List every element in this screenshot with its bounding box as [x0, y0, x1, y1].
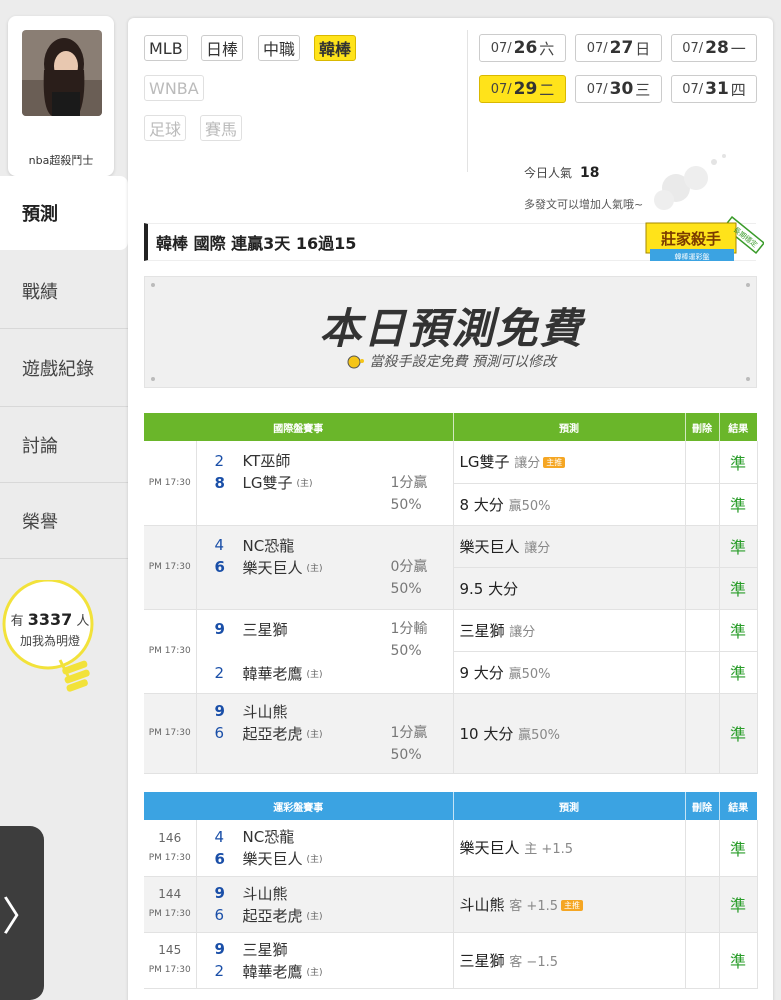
prediction-cell: 三星獅 客 −1.5	[453, 932, 686, 989]
league-horse: 賽馬	[200, 115, 243, 141]
header-delete: 刪除	[685, 792, 720, 820]
prediction-cell: 8 大分 贏50%	[453, 483, 686, 526]
league-npb[interactable]: 日棒	[201, 35, 244, 61]
matchup: 2 KT巫師 8 LG雙子 (主) 1分贏 50%	[196, 441, 454, 526]
table-row: PM 17:30 4 NC恐龍 6 樂天巨人 (主) 0分贏 50% 樂天巨人 讓分 準	[144, 525, 758, 610]
prediction-cell: LG雙子 讓分 主推	[453, 441, 686, 484]
table-row: 144 PM 17:30 9 斗山熊 6 起亞老虎 (主) 斗山熊 客 +1.5 主推 準	[144, 876, 758, 933]
nav-divider	[0, 328, 128, 329]
delete-cell	[685, 441, 720, 484]
popularity: 今日人氣 18	[524, 165, 600, 181]
prediction-cell: 斗山熊 客 +1.5 主推	[453, 876, 686, 933]
league-kbo[interactable]: 韓棒	[314, 35, 357, 61]
prediction-cell: 10 大分 贏50%	[453, 693, 686, 774]
popularity-hint: 多發文可以增加人氣哦~	[524, 198, 644, 211]
expand-arrow-button[interactable]: 〉	[0, 826, 44, 1000]
date-0730[interactable]: 07/30 三	[575, 75, 662, 103]
delete-cell	[685, 820, 720, 877]
nav-game-log[interactable]: 遊戲紀錄	[0, 330, 128, 406]
prediction-cell: 9 大分 贏50%	[453, 651, 686, 694]
username: nba超殺鬥士	[28, 154, 94, 167]
header-delete: 刪除	[685, 413, 720, 441]
table-row: PM 17:30 9 三星獅 2 韓華老鷹 (主) 1分輸 50% 三星獅 讓分 準	[144, 609, 758, 694]
date-0728[interactable]: 07/28 一	[671, 34, 757, 62]
intl-predictions-table: 國際盤賽事 預測 刪除 結果 PM 17:30 2 KT巫師 8 LG雙子 (主) 1…	[144, 413, 758, 774]
follower-count: 有 3337 人	[10, 610, 90, 629]
delete-cell	[685, 693, 720, 774]
hot-pick-tag: 主推	[561, 899, 583, 911]
nav-record[interactable]: 戰績	[0, 254, 128, 328]
free-subtitle: 當殺手設定免費 預測可以修改	[145, 351, 758, 371]
delete-cell	[685, 651, 720, 694]
profile-card: nba超殺鬥士	[8, 16, 114, 176]
league-mlb[interactable]: MLB	[144, 35, 188, 61]
nav-divider	[0, 406, 128, 407]
delete-cell	[685, 525, 720, 568]
result-cell: 準	[719, 441, 758, 484]
prediction-cell: 9.5 大分	[453, 567, 686, 610]
delete-cell	[685, 609, 720, 652]
result-cell: 準	[719, 693, 758, 774]
header-result: 結果	[719, 413, 757, 441]
result-cell: 準	[719, 483, 758, 526]
league-wnba: WNBA	[144, 75, 204, 101]
result-cell: 準	[719, 525, 758, 568]
matchup: 4 NC恐龍 6 樂天巨人 (主)	[196, 820, 454, 877]
splash-ornament-icon	[654, 154, 726, 210]
follow-label[interactable]: 加我為明燈	[0, 632, 100, 649]
date-0726[interactable]: 07/26 六	[479, 34, 566, 62]
prediction-cell: 樂天巨人 讓分	[453, 525, 686, 568]
result-cell: 準	[719, 609, 758, 652]
result-cell: 準	[719, 876, 758, 933]
result-cell: 準	[719, 820, 758, 877]
delete-cell	[685, 567, 720, 610]
hot-pick-tag: 主推	[543, 457, 566, 469]
matchup: 9 三星獅 2 韓華老鷹 (主)	[196, 932, 454, 989]
header-intl-games: 國際盤賽事	[144, 413, 454, 441]
nav-honor[interactable]: 榮譽	[0, 484, 128, 558]
table-row: 146 PM 17:30 4 NC恐龍 6 樂天巨人 (主) 樂天巨人 主 +1.5 準	[144, 820, 758, 877]
table-row: PM 17:30 9 斗山熊 6 起亞老虎 (主) 1分贏 50% 10 大分 贏50%…	[144, 693, 758, 774]
header-prediction: 預測	[453, 413, 686, 441]
svg-text:莊家殺手: 莊家殺手	[661, 230, 721, 248]
matchup: 4 NC恐龍 6 樂天巨人 (主) 0分贏 50%	[196, 525, 454, 610]
header-lottery-games: 運彩盤賽事	[144, 792, 454, 820]
result-cell: 準	[719, 932, 758, 989]
nav-discussion[interactable]: 討論	[0, 408, 128, 482]
league-cpbl[interactable]: 中職	[258, 35, 301, 61]
date-0731[interactable]: 07/31 四	[671, 75, 757, 103]
delete-cell	[685, 876, 720, 933]
nav-divider	[0, 482, 128, 483]
matchup: 9 斗山熊 6 起亞老虎 (主)	[196, 876, 454, 933]
matchup: 9 斗山熊 6 起亞老虎 (主) 1分贏 50%	[196, 693, 454, 774]
prediction-cell: 三星獅 讓分	[453, 609, 686, 652]
avatar[interactable]	[22, 30, 102, 116]
free-prediction-banner: 本日預測免費 當殺手設定免費 預測可以修改	[144, 276, 757, 388]
date-0727[interactable]: 07/27 日	[575, 34, 662, 62]
lottery-predictions-table: 運彩盤賽事 預測 刪除 結果 146 PM 17:30 4 NC恐龍 6 樂天巨人 (主…	[144, 792, 758, 989]
prediction-cell: 樂天巨人 主 +1.5	[453, 820, 686, 877]
divider	[467, 30, 468, 172]
result-cell: 準	[719, 567, 758, 610]
table-row: PM 17:30 2 KT巫師 8 LG雙子 (主) 1分贏 50% LG雙子 讓分 主推…	[144, 441, 758, 526]
svg-text:韓棒運彩盤: 韓棒運彩盤	[675, 252, 710, 261]
free-title: 本日預測免費	[319, 304, 584, 353]
header-prediction: 預測	[453, 792, 686, 820]
header-result: 結果	[719, 792, 757, 820]
nav-divider	[0, 558, 128, 559]
date-0729[interactable]: 07/29 二	[479, 75, 566, 103]
matchup: 9 三星獅 2 韓華老鷹 (主) 1分輸 50%	[196, 609, 454, 694]
delete-cell	[685, 932, 720, 989]
main-panel: MLB 日棒 中職 韓棒 WNBA 足球 賽馬 07/26 六 07/27 日 07…	[128, 18, 773, 1000]
coin-icon	[347, 354, 369, 370]
league-soccer: 足球	[144, 115, 187, 141]
chevron-right-icon: 〉	[2, 894, 42, 940]
delete-cell	[685, 483, 720, 526]
left-sidebar: nba超殺鬥士 預測 戰績 遊戲紀錄 討論 榮譽 有 3337 人 加我為明燈 …	[0, 0, 128, 1000]
bookmaker-killer-badge: 莊家殺手 韓棒運彩盤 長期穩定	[645, 215, 764, 261]
result-cell: 準	[719, 651, 758, 694]
table-row: 145 PM 17:30 9 三星獅 2 韓華老鷹 (主) 三星獅 客 −1.5 準	[144, 932, 758, 989]
nav-predict[interactable]: 預測	[0, 176, 128, 250]
